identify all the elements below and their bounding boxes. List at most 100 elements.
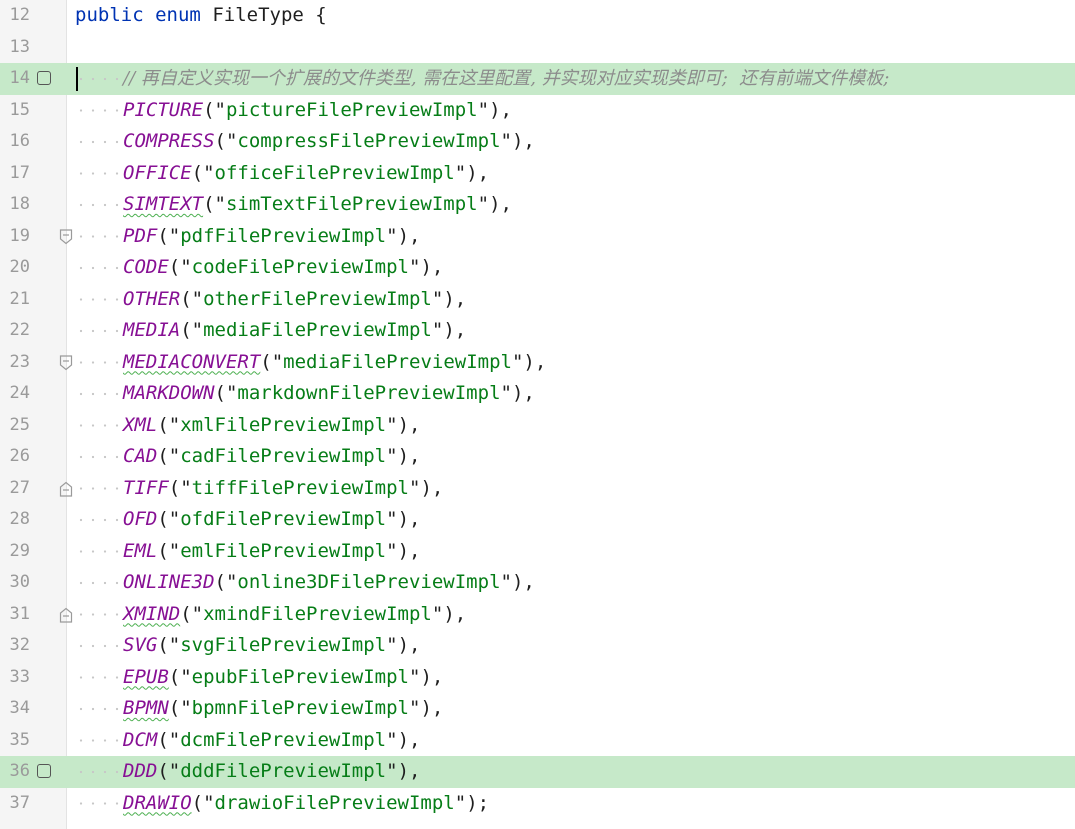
code-text[interactable]: PICTURE("pictureFilePreviewImpl"),	[75, 94, 512, 126]
fold-marker-icon[interactable]	[59, 481, 73, 497]
code-line-30[interactable]: 30 ONLINE3D("online3DFilePreviewImpl"),	[0, 567, 1075, 599]
line-number: 22	[9, 320, 30, 340]
code-text[interactable]: COMPRESS("compressFilePreviewImpl"),	[75, 126, 535, 158]
code-text[interactable]: DDD("dddFilePreviewImpl"),	[75, 756, 420, 788]
code-text[interactable]: SIMTEXT("simTextFilePreviewImpl"),	[75, 189, 512, 221]
code-text[interactable]: EPUB("epubFilePreviewImpl"),	[75, 661, 443, 693]
code-line-36[interactable]: 36 DDD("dddFilePreviewImpl"),	[0, 756, 1075, 788]
code-text[interactable]: EML("emlFilePreviewImpl"),	[75, 535, 420, 567]
code-line-21[interactable]: 21 OTHER("otherFilePreviewImpl"),	[0, 283, 1075, 315]
fold-marker-icon[interactable]	[59, 354, 73, 371]
line-number: 21	[9, 288, 30, 309]
string-literal: ofdFilePreviewImpl	[180, 508, 387, 530]
code-text[interactable]: CODE("codeFilePreviewImpl"),	[75, 252, 443, 284]
enum-name: FileType	[212, 4, 304, 26]
enum-constant: SIMTEXT	[123, 193, 204, 215]
enum-constant: XMIND	[123, 602, 181, 625]
indent-guide	[75, 346, 123, 378]
code-text[interactable]: XML("xmlFilePreviewImpl"),	[75, 409, 420, 441]
code-text[interactable]: CAD("cadFilePreviewImpl"),	[75, 441, 420, 473]
code-line-25[interactable]: 25 XML("xmlFilePreviewImpl"),	[0, 409, 1075, 441]
indent-guide	[75, 252, 123, 284]
code-line-20[interactable]: 20 CODE("codeFilePreviewImpl"),	[0, 252, 1075, 284]
code-editor[interactable]: 12 public enum FileType { 13 14 // 再自定义实…	[0, 0, 1075, 829]
code-line-33[interactable]: 33 EPUB("epubFilePreviewImpl"),	[0, 661, 1075, 693]
enum-constant: DDD	[123, 760, 158, 782]
code-line-13[interactable]: 13	[0, 32, 1075, 64]
code-line-14[interactable]: 14 // 再自定义实现一个扩展的文件类型, 需在这里配置, 并实现对应实现类即…	[0, 63, 1075, 95]
code-text[interactable]: DRAWIO("drawioFilePreviewImpl");	[75, 787, 489, 819]
indent-guide	[75, 724, 123, 756]
enum-constant: BPMN	[123, 697, 169, 719]
bookmark-icon[interactable]	[37, 764, 51, 778]
enum-constant: COMPRESS	[123, 130, 215, 152]
line-number: 26	[9, 446, 30, 466]
string-literal: compressFilePreviewImpl	[237, 130, 501, 152]
code-text[interactable]: XMIND("xmindFilePreviewImpl"),	[75, 598, 466, 630]
enum-constant: MEDIACONVERT	[123, 350, 261, 373]
enum-constant: EML	[123, 539, 158, 562]
indent-guide	[75, 693, 123, 725]
indent-guide	[75, 315, 123, 347]
code-text[interactable]: SVG("svgFilePreviewImpl"),	[75, 630, 420, 662]
code-text[interactable]: MEDIACONVERT("mediaFilePreviewImpl"),	[75, 346, 546, 378]
indent-guide	[75, 472, 123, 504]
code-line-23[interactable]: 23 MEDIACONVERT("mediaFilePreviewImpl"),	[0, 346, 1075, 378]
bookmark-icon[interactable]	[37, 71, 51, 85]
code-text[interactable]: // 再自定义实现一个扩展的文件类型, 需在这里配置, 并实现对应实现类即可; …	[75, 63, 889, 95]
indent-guide	[75, 756, 123, 788]
line-number: 13	[9, 36, 30, 57]
code-line-16[interactable]: 16 COMPRESS("compressFilePreviewImpl"),	[0, 126, 1075, 158]
code-text[interactable]: TIFF("tiffFilePreviewImpl"),	[75, 472, 444, 504]
line-number: 15	[9, 99, 30, 120]
code-line-22[interactable]: 22 MEDIA("mediaFilePreviewImpl"),	[0, 315, 1075, 347]
code-line-18[interactable]: 18 SIMTEXT("simTextFilePreviewImpl"),	[0, 189, 1075, 221]
code-line-32[interactable]: 32 SVG("svgFilePreviewImpl"),	[0, 630, 1075, 662]
code-text[interactable]: OFD("ofdFilePreviewImpl"),	[75, 504, 420, 536]
string-literal: xmindFilePreviewImpl	[203, 602, 432, 625]
line-number: 16	[9, 131, 30, 151]
code-line-19[interactable]: 19 PDF("pdfFilePreviewImpl"),	[0, 220, 1075, 252]
line-end: ),	[511, 130, 535, 152]
code-line-34[interactable]: 34 BPMN("bpmnFilePreviewImpl"),	[0, 693, 1075, 725]
fold-marker-icon[interactable]	[59, 607, 73, 623]
code-text[interactable]: PDF("pdfFilePreviewImpl"),	[75, 220, 420, 252]
line-end: ),	[443, 287, 467, 310]
code-text[interactable]: public enum FileType {	[75, 0, 327, 32]
code-line-12[interactable]: 12 public enum FileType {	[0, 0, 1075, 32]
indent-guide	[75, 787, 123, 819]
code-text[interactable]: ONLINE3D("online3DFilePreviewImpl"),	[75, 567, 535, 599]
line-number: 34	[9, 698, 30, 718]
string-literal: mediaFilePreviewImpl	[203, 319, 432, 341]
code-line-29[interactable]: 29 EML("emlFilePreviewImpl"),	[0, 535, 1075, 567]
line-end: ),	[397, 634, 421, 656]
code-text[interactable]: MARKDOWN("markdownFilePreviewImpl"),	[75, 378, 535, 410]
code-line-27[interactable]: 27 TIFF("tiffFilePreviewImpl"),	[0, 472, 1075, 504]
enum-constant: TIFF	[123, 476, 169, 499]
line-number: 19	[9, 225, 30, 246]
code-line-15[interactable]: 15 PICTURE("pictureFilePreviewImpl"),	[0, 94, 1075, 126]
enum-constant: ONLINE3D	[123, 571, 215, 593]
fold-marker-icon[interactable]	[59, 228, 73, 245]
code-text[interactable]: OTHER("otherFilePreviewImpl"),	[75, 283, 467, 315]
code-text[interactable]: DCM("dcmFilePreviewImpl"),	[75, 724, 420, 756]
indent-guide	[75, 535, 123, 567]
code-line-17[interactable]: 17 OFFICE("officeFilePreviewImpl"),	[0, 157, 1075, 189]
code-text[interactable]: MEDIA("mediaFilePreviewImpl"),	[75, 315, 466, 347]
code-line-37[interactable]: 37 DRAWIO("drawioFilePreviewImpl");	[0, 787, 1075, 819]
code-line-26[interactable]: 26 CAD("cadFilePreviewImpl"),	[0, 441, 1075, 473]
code-line-24[interactable]: 24 MARKDOWN("markdownFilePreviewImpl"),	[0, 378, 1075, 410]
code-line-31[interactable]: 31 XMIND("xmindFilePreviewImpl"),	[0, 598, 1075, 630]
comment-text: // 再自定义实现一个扩展的文件类型, 需在这里配置, 并实现对应实现类即可; …	[123, 68, 890, 89]
code-line-28[interactable]: 28 OFD("ofdFilePreviewImpl"),	[0, 504, 1075, 536]
code-text[interactable]: BPMN("bpmnFilePreviewImpl"),	[75, 693, 443, 725]
string-literal: svgFilePreviewImpl	[180, 634, 387, 656]
code-line-35[interactable]: 35 DCM("dcmFilePreviewImpl"),	[0, 724, 1075, 756]
line-number: 35	[9, 729, 30, 750]
enum-constant: EPUB	[123, 665, 169, 688]
enum-constant: DRAWIO	[123, 791, 192, 814]
string-literal: tiffFilePreviewImpl	[191, 476, 409, 499]
line-end: ),	[420, 476, 444, 499]
indent-guide	[75, 441, 123, 473]
code-text[interactable]: OFFICE("officeFilePreviewImpl"),	[75, 157, 489, 189]
